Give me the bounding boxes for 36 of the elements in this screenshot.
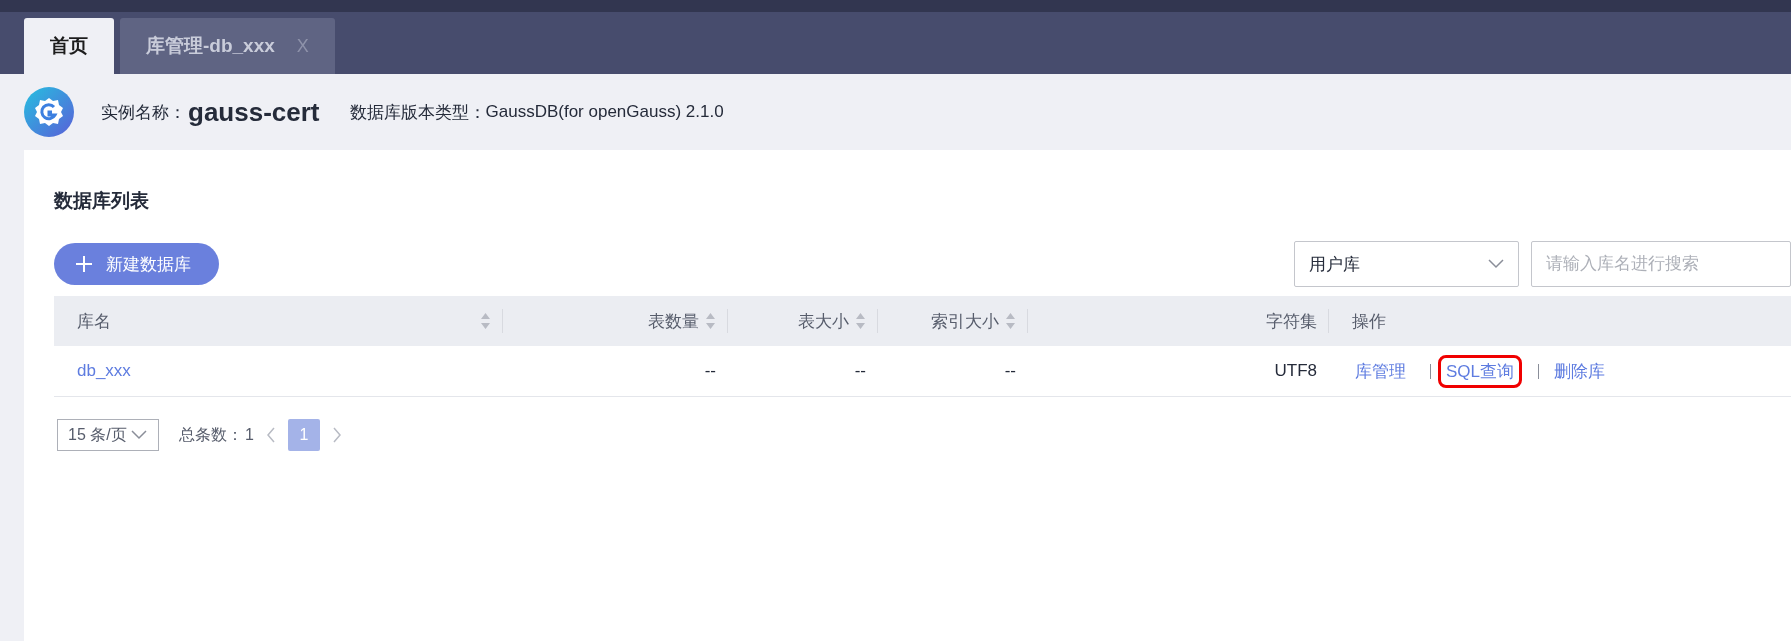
column-header: 表大小 (798, 310, 849, 333)
action-link[interactable]: 删除库 (1546, 354, 1614, 388)
action-link[interactable]: 库管理 (1347, 354, 1414, 388)
total-count: 1 (245, 426, 254, 444)
plus-icon (76, 256, 92, 272)
sort-icon[interactable] (855, 312, 866, 330)
table-cell: -- (1004, 361, 1016, 380)
instance-name-label: 实例名称： (101, 101, 186, 124)
chevron-down-icon (1488, 259, 1504, 269)
sort-icon[interactable] (705, 312, 716, 330)
total-label: 总条数： (179, 424, 243, 445)
table-cell: -- (704, 361, 716, 380)
column-header: 字符集 (1266, 310, 1317, 333)
column-header: 库名 (77, 310, 111, 333)
search-field[interactable]: 请输入库名进行搜索 (1531, 241, 1791, 287)
tab[interactable]: 首页 (24, 18, 114, 74)
chevron-right-icon[interactable] (331, 427, 342, 443)
chevron-down-icon (130, 430, 147, 440)
table-cell: UTF8 (1274, 361, 1317, 380)
sort-icon[interactable] (480, 312, 491, 330)
page-button[interactable]: 1 (287, 419, 320, 451)
page-size-select[interactable]: 15 条/页 (57, 419, 159, 451)
action-link[interactable]: SQL查询 (1438, 354, 1523, 388)
filter-select[interactable]: 用户库 (1294, 241, 1519, 287)
column-header: 操作 (1352, 310, 1386, 333)
sort-icon[interactable] (1005, 312, 1016, 330)
chevron-left-icon[interactable] (265, 427, 276, 443)
create-database-button[interactable]: 新建数据库 (54, 243, 219, 285)
instance-name: gauss-cert (188, 96, 320, 128)
database-link[interactable]: db_xxx (77, 361, 131, 380)
logo-icon (24, 87, 74, 137)
column-header: 表数量 (648, 310, 699, 333)
version-text: GaussDB(for openGauss) 2.1.0 (485, 102, 724, 122)
column-header: 索引大小 (931, 310, 999, 333)
version-label: 数据库版本类型： (349, 101, 486, 124)
table-cell: -- (854, 361, 866, 380)
